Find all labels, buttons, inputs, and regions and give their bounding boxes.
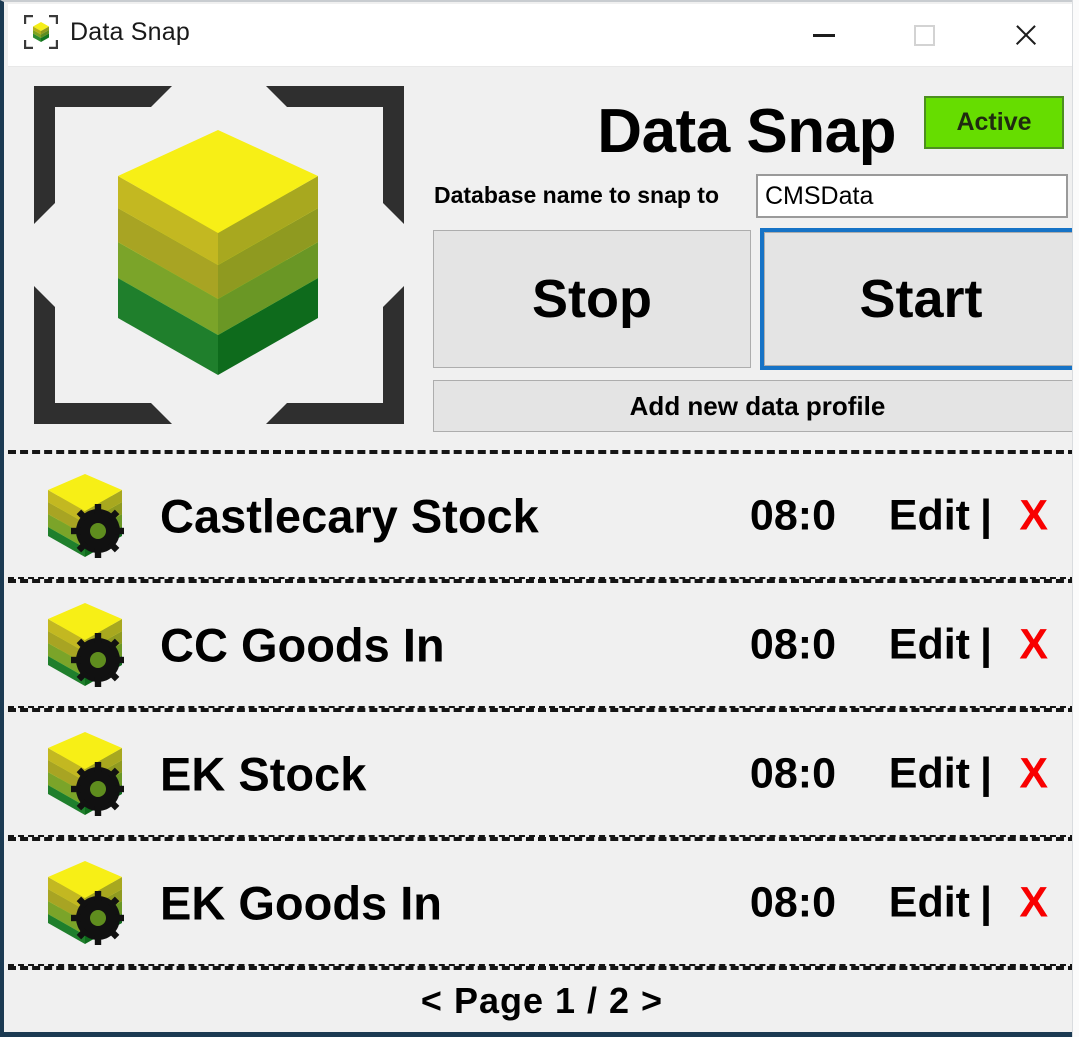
window-title: Data Snap [70,17,190,46]
row-separator: | [979,620,992,668]
maximize-icon [914,24,935,46]
profile-time: 08:0 [749,491,836,539]
stacked-cube-scan-icon [113,130,323,380]
data-snap-cube-icon [23,14,59,50]
row-separator: | [979,491,992,539]
edit-profile-button[interactable]: Edit [889,749,970,798]
data-profile-list: Castlecary Stock 08:0 Edit | X CC Goods … [8,450,1076,1034]
profile-name: EK Goods In [160,876,442,929]
add-new-data-profile-button[interactable]: Add new data profile [433,380,1079,432]
row-separator: | [979,749,992,797]
cube-gear-icon [46,860,125,946]
delete-profile-button[interactable]: X [1019,491,1048,540]
table-row[interactable]: Castlecary Stock 08:0 Edit | X [8,450,1076,579]
page-title: Data Snap [597,97,896,166]
table-row[interactable]: EK Goods In 08:0 Edit | X [8,837,1076,966]
profile-time: 08:0 [749,749,836,797]
start-button[interactable]: Start [760,228,1079,370]
database-name-label: Database name to snap to [434,182,720,208]
cube-gear-icon [46,473,125,559]
delete-profile-button[interactable]: X [1019,620,1048,669]
minimize-button[interactable] [773,4,874,66]
edit-profile-button[interactable]: Edit [889,878,970,927]
pagination-bar: < Page 1 / 2 > [8,966,1076,1031]
header-panel: Data Snap Active Database name to snap t… [8,68,1079,448]
profile-name: Castlecary Stock [160,489,539,542]
table-row[interactable]: EK Stock 08:0 Edit | X [8,708,1076,837]
title-bar-left: Data Snap [23,14,190,50]
stop-button[interactable]: Stop [433,230,751,368]
profile-name: CC Goods In [160,618,445,671]
page-indicator[interactable]: < Page 1 / 2 > [421,980,663,1022]
title-bar: Data Snap [8,4,1076,67]
maximize-button[interactable] [874,4,975,66]
edit-profile-button[interactable]: Edit [889,491,970,540]
profile-time: 08:0 [749,878,836,926]
window-controls [773,4,1076,66]
profile-time: 08:0 [749,620,836,668]
header-right-column: Data Snap Active Database name to snap t… [422,78,1079,438]
window-right-edge [1072,0,1079,1037]
cube-gear-icon [46,602,125,688]
table-row[interactable]: CC Goods In 08:0 Edit | X [8,579,1076,708]
logo-area [22,80,414,430]
minimize-icon [812,33,835,37]
status-badge: Active [924,96,1064,149]
edit-profile-button[interactable]: Edit [889,620,970,669]
close-icon [1013,22,1039,48]
delete-profile-button[interactable]: X [1019,749,1048,798]
close-button[interactable] [975,4,1076,66]
database-name-input[interactable] [756,174,1068,218]
app-window: Data Snap Data Snap Active Database name… [0,0,1079,1037]
row-separator: | [979,878,992,926]
delete-profile-button[interactable]: X [1019,878,1048,927]
cube-gear-icon [46,731,125,817]
profile-name: EK Stock [160,747,367,800]
